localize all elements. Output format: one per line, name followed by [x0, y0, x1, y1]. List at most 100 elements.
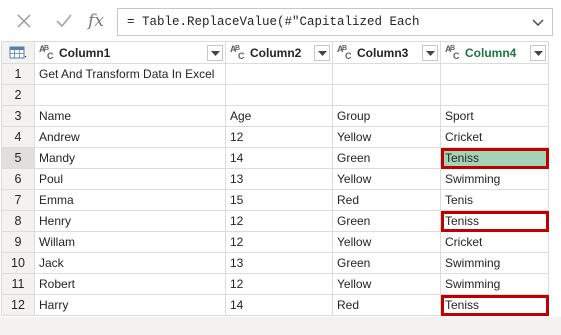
- cell-column3[interactable]: Red: [332, 294, 441, 316]
- table-row[interactable]: 5 Mandy 14 Green Teniss: [1, 147, 549, 169]
- formula-text: = Table.ReplaceValue(#"Capitalized Each: [127, 15, 420, 29]
- chevron-down-icon[interactable]: [530, 14, 546, 30]
- cell-column1[interactable]: Emma: [34, 189, 226, 211]
- row-number[interactable]: 6: [1, 168, 35, 190]
- row-number[interactable]: 7: [1, 189, 35, 211]
- fx-icon[interactable]: fx: [84, 9, 108, 33]
- row-number[interactable]: 10: [1, 252, 35, 274]
- text-type-icon[interactable]: ABC: [39, 44, 57, 61]
- cell-column4[interactable]: Swimming: [440, 252, 549, 274]
- formula-bar: fx = Table.ReplaceValue(#"Capitalized Ea…: [0, 0, 561, 41]
- highlighted-cell[interactable]: Teniss: [440, 147, 549, 169]
- column-name: Column2: [250, 45, 302, 60]
- cell-column3[interactable]: [332, 63, 441, 85]
- cell-column3[interactable]: Yellow: [332, 273, 441, 295]
- grid-body: 1 Get And Transform Data In Excel 2 3 Name Ag…: [1, 63, 549, 316]
- cell-column4[interactable]: [440, 63, 549, 85]
- cell-column3[interactable]: Red: [332, 189, 441, 211]
- cell-column1[interactable]: Jack: [34, 252, 226, 274]
- cell-column1[interactable]: Robert: [34, 273, 226, 295]
- cell-column1[interactable]: Willam: [34, 231, 226, 253]
- data-grid: ABC Column1 ABC Column2 ABC Column3 A B …: [1, 41, 549, 316]
- filter-dropdown-button[interactable]: [314, 44, 330, 61]
- row-number[interactable]: 2: [1, 84, 35, 106]
- filter-dropdown-button[interactable]: [422, 44, 438, 61]
- cell-column1[interactable]: Harry: [34, 294, 226, 316]
- table-row[interactable]: 11 Robert 12 Yellow Swimming: [1, 273, 549, 295]
- cell-column2[interactable]: 14: [225, 294, 333, 316]
- cell-column1[interactable]: Get And Transform Data In Excel: [34, 63, 226, 85]
- cell-column2[interactable]: 14: [225, 147, 333, 169]
- table-row[interactable]: 8 Henry 12 Green Teniss: [1, 210, 549, 232]
- cell-column3[interactable]: Green: [332, 210, 441, 232]
- formula-input[interactable]: = Table.ReplaceValue(#"Capitalized Each: [117, 8, 553, 36]
- cell-column4[interactable]: Swimming: [440, 168, 549, 190]
- row-number[interactable]: 12: [1, 294, 35, 316]
- filter-dropdown-button[interactable]: [530, 44, 546, 61]
- cell-column2[interactable]: Age: [225, 105, 333, 127]
- cell-column1[interactable]: Andrew: [34, 126, 226, 148]
- row-number[interactable]: 8: [1, 210, 35, 232]
- column-header-3[interactable]: ABC Column3: [332, 41, 441, 64]
- column-name: Column1: [59, 45, 111, 60]
- cell-column3[interactable]: Yellow: [332, 168, 441, 190]
- table-row[interactable]: 6 Poul 13 Yellow Swimming: [1, 168, 549, 190]
- cell-column2[interactable]: 12: [225, 273, 333, 295]
- cell-column2[interactable]: [225, 63, 333, 85]
- cell-column2[interactable]: 13: [225, 252, 333, 274]
- cell-column3[interactable]: Group: [332, 105, 441, 127]
- text-type-icon[interactable]: ABC: [337, 44, 355, 61]
- close-icon[interactable]: [12, 9, 36, 33]
- cell-column3[interactable]: Yellow: [332, 231, 441, 253]
- table-row[interactable]: 1 Get And Transform Data In Excel: [1, 63, 549, 85]
- header-row: ABC Column1 ABC Column2 ABC Column3 A B …: [1, 41, 549, 64]
- cell-column1[interactable]: Henry: [34, 210, 226, 232]
- cell-column3[interactable]: [332, 84, 441, 106]
- column-name: Column4: [465, 45, 517, 60]
- cell-column4[interactable]: [440, 84, 549, 106]
- highlighted-cell[interactable]: Teniss: [440, 210, 549, 232]
- table-row[interactable]: 3 Name Age Group Sport: [1, 105, 549, 127]
- text-type-icon[interactable]: ABC: [230, 44, 248, 61]
- table-menu-button[interactable]: [1, 41, 35, 64]
- cell-column2[interactable]: 12: [225, 231, 333, 253]
- table-row[interactable]: 10 Jack 13 Green Swimming: [1, 252, 549, 274]
- cell-column2[interactable]: 15: [225, 189, 333, 211]
- table-row[interactable]: 2: [1, 84, 549, 106]
- cell-column2[interactable]: 13: [225, 168, 333, 190]
- cell-column1[interactable]: Name: [34, 105, 226, 127]
- filter-dropdown-button[interactable]: [207, 44, 223, 61]
- cell-column4[interactable]: Sport: [440, 105, 549, 127]
- row-number[interactable]: 11: [1, 273, 35, 295]
- cell-column4[interactable]: Swimming: [440, 273, 549, 295]
- row-number[interactable]: 3: [1, 105, 35, 127]
- cell-column4[interactable]: Cricket: [440, 126, 549, 148]
- cell-column2[interactable]: 12: [225, 210, 333, 232]
- cell-column1[interactable]: Poul: [34, 168, 226, 190]
- table-row[interactable]: 7 Emma 15 Red Tenis: [1, 189, 549, 211]
- highlighted-cell[interactable]: Teniss: [440, 294, 549, 316]
- row-number[interactable]: 9: [1, 231, 35, 253]
- grid-footer: [0, 317, 561, 335]
- table-icon: [9, 46, 27, 60]
- cell-column1[interactable]: [34, 84, 226, 106]
- column-header-1[interactable]: ABC Column1: [34, 41, 226, 64]
- cell-column4[interactable]: Cricket: [440, 231, 549, 253]
- table-row[interactable]: 9 Willam 12 Yellow Cricket: [1, 231, 549, 253]
- row-number[interactable]: 1: [1, 63, 35, 85]
- row-number[interactable]: 4: [1, 126, 35, 148]
- text-type-icon[interactable]: ABC: [445, 44, 463, 61]
- cell-column3[interactable]: Green: [332, 147, 441, 169]
- cell-column3[interactable]: Green: [332, 252, 441, 274]
- row-number[interactable]: 5: [1, 147, 35, 169]
- cell-column1[interactable]: Mandy: [34, 147, 226, 169]
- cell-column2[interactable]: [225, 84, 333, 106]
- table-row[interactable]: 4 Andrew 12 Yellow Cricket: [1, 126, 549, 148]
- cell-column4[interactable]: Tenis: [440, 189, 549, 211]
- cell-column2[interactable]: 12: [225, 126, 333, 148]
- table-row[interactable]: 12 Harry 14 Red Teniss: [1, 294, 549, 316]
- check-icon[interactable]: [52, 9, 76, 33]
- cell-column3[interactable]: Yellow: [332, 126, 441, 148]
- column-header-2[interactable]: ABC Column2: [225, 41, 333, 64]
- column-header-4[interactable]: ABC Column4: [440, 41, 549, 64]
